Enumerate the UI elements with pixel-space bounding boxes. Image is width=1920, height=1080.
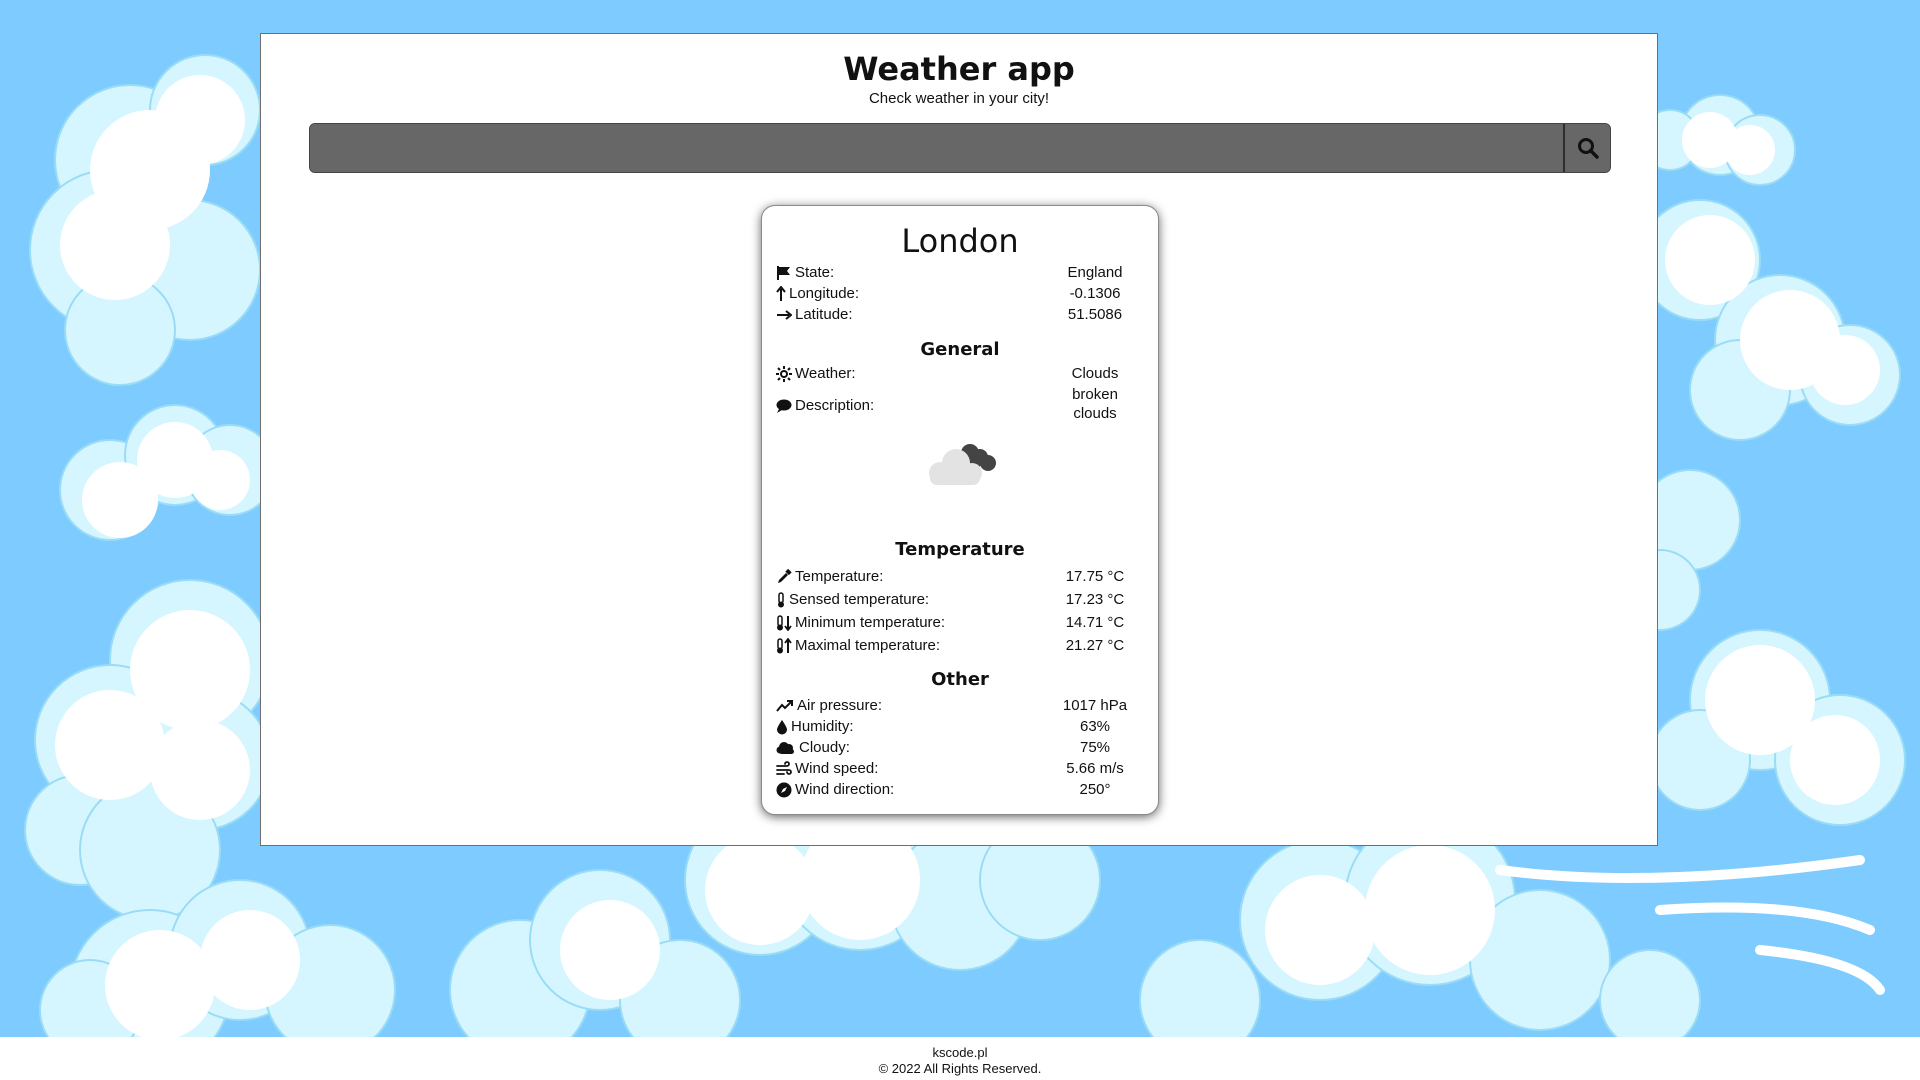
minimum-temperature-value: 14.71 °C <box>1065 614 1125 631</box>
longitude-row: Longitude: -0.1306 <box>776 285 1146 305</box>
latitude-label: Latitude: <box>795 306 853 323</box>
minimum-temperature-row: Minimum temperature: 14.71 °C <box>776 614 1146 634</box>
maximal-temperature-row: Maximal temperature: 21.27 °C <box>776 637 1146 657</box>
wind-direction-label: Wind direction: <box>795 781 895 798</box>
temperature-row: Temperature: 17.75 °C <box>776 568 1146 588</box>
arrow-right-icon <box>777 309 792 320</box>
temperature-value: 17.75 °C <box>1065 568 1125 585</box>
search-bar <box>309 123 1611 173</box>
air-pressure-row: Air pressure: 1017 hPa <box>776 697 1146 717</box>
weather-label: Weather: <box>795 365 856 382</box>
city-name: London <box>901 222 1019 260</box>
thermometer-icon <box>778 591 784 607</box>
broken-clouds-icon <box>929 444 996 485</box>
sensed-temperature-row: Sensed temperature: 17.23 °C <box>776 591 1146 611</box>
other-heading: Other <box>931 669 989 690</box>
flag-icon <box>777 265 790 280</box>
humidity-value: 63% <box>1079 718 1111 735</box>
humidity-label: Humidity: <box>791 718 854 735</box>
cloudy-row: Cloudy: 75% <box>776 739 1146 759</box>
arrow-up-icon <box>776 285 786 301</box>
minimum-temperature-label: Minimum temperature: <box>795 614 946 631</box>
description-value: broken clouds <box>1072 386 1118 422</box>
search-icon <box>1577 138 1599 159</box>
description-label: Description: <box>795 397 875 414</box>
droplet-icon <box>777 719 787 734</box>
latitude-value: 51.5086 <box>1067 306 1123 323</box>
general-heading: General <box>920 339 1000 360</box>
footer-site-link[interactable]: kscode.pl <box>0 1045 1920 1061</box>
wind-direction-value: 250° <box>1079 781 1111 798</box>
footer: kscode.pl © 2022 All Rights Reserved. <box>0 1037 1920 1080</box>
weather-row: Weather: Clouds <box>776 365 1146 385</box>
temperature-heading: Temperature <box>895 539 1025 560</box>
wind-speed-label: Wind speed: <box>795 760 879 777</box>
weather-value: Clouds <box>1071 365 1119 382</box>
longitude-value: -0.1306 <box>1069 285 1121 302</box>
maximal-temperature-value: 21.27 °C <box>1065 637 1125 654</box>
cloudy-label: Cloudy: <box>799 739 850 756</box>
wind-speed-value: 5.66 m/s <box>1066 760 1124 777</box>
state-value: England <box>1067 264 1123 281</box>
speech-bubble-icon <box>776 399 792 413</box>
app-container: Weather app Check weather in your city! … <box>260 33 1658 846</box>
temperature-label: Temperature: <box>795 568 884 585</box>
city-search-input[interactable] <box>310 124 1562 172</box>
wind-direction-row: Wind direction: 250° <box>776 781 1146 801</box>
trend-up-icon <box>776 699 793 712</box>
app-subtitle: Check weather in your city! <box>868 90 1050 107</box>
cloud-icon <box>776 741 794 754</box>
cloudy-value: 75% <box>1079 739 1111 756</box>
humidity-row: Humidity: 63% <box>776 718 1146 738</box>
weather-card: London State: England Longitude: -0.1306… <box>761 205 1159 815</box>
app-title: Weather app <box>843 50 1075 88</box>
description-row: Description: broken clouds <box>776 386 1146 422</box>
search-button[interactable] <box>1563 124 1610 172</box>
latitude-row: Latitude: 51.5086 <box>776 306 1146 326</box>
sun-icon <box>776 365 792 382</box>
state-row: State: England <box>776 264 1146 284</box>
eyedropper-icon <box>778 568 792 583</box>
thermometer-up-icon <box>777 637 792 653</box>
thermometer-down-icon <box>777 614 792 631</box>
sensed-temperature-value: 17.23 °C <box>1065 591 1125 608</box>
wind-speed-row: Wind speed: 5.66 m/s <box>776 760 1146 780</box>
wind-icon <box>776 760 792 775</box>
air-pressure-label: Air pressure: <box>797 697 883 714</box>
sensed-temperature-label: Sensed temperature: <box>789 591 930 608</box>
air-pressure-value: 1017 hPa <box>1062 697 1128 714</box>
maximal-temperature-label: Maximal temperature: <box>795 637 941 654</box>
state-label: State: <box>795 264 835 281</box>
footer-copyright: © 2022 All Rights Reserved. <box>878 1061 1042 1076</box>
compass-icon <box>776 782 792 797</box>
longitude-label: Longitude: <box>789 285 860 302</box>
